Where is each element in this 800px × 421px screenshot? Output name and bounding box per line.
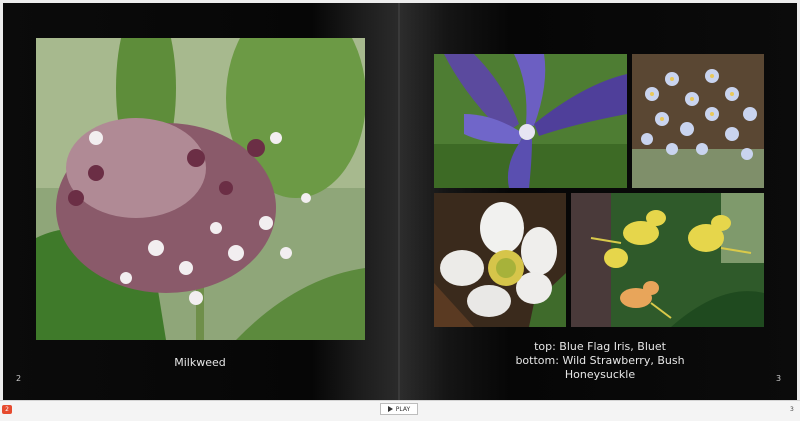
wild-strawberry-photo bbox=[434, 193, 566, 327]
blue-flag-iris-photo bbox=[434, 54, 627, 188]
book-spine bbox=[398, 3, 400, 400]
right-caption-line-2: bottom: Wild Strawberry, Bush Honeysuckl… bbox=[515, 354, 685, 381]
left-page-number: 2 bbox=[16, 374, 22, 383]
right-page-number: 3 bbox=[776, 374, 782, 383]
right-caption-line-1: top: Blue Flag Iris, Bluet bbox=[534, 340, 666, 353]
right-caption: top: Blue Flag Iris, Bluet bottom: Wild … bbox=[500, 340, 700, 382]
play-button[interactable]: PLAY bbox=[380, 403, 418, 415]
milkweed-photo bbox=[36, 38, 365, 340]
play-icon bbox=[387, 406, 393, 412]
photo-book-spread: Milkweed 2 top: Blue Flag Iris, Bluet bo… bbox=[0, 0, 800, 400]
play-label: PLAY bbox=[395, 405, 411, 413]
milkweed-caption: Milkweed bbox=[174, 356, 226, 369]
page-indicator: 3 bbox=[790, 406, 794, 413]
current-page-badge[interactable]: 2 bbox=[2, 405, 12, 414]
bluet-photo bbox=[632, 54, 764, 188]
bush-honeysuckle-photo bbox=[571, 193, 764, 327]
